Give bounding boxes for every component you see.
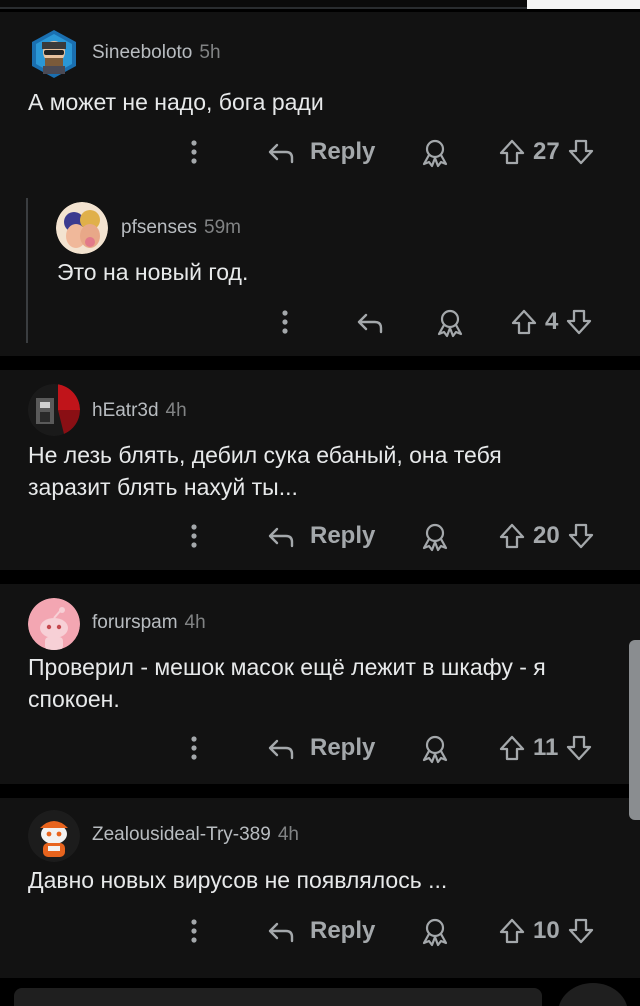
comment-author[interactable]: forurspam [92,612,178,634]
award-icon [422,918,448,947]
reply-arrow-icon [357,313,383,334]
comment-line: спокоен. [28,686,120,712]
award-icon [422,735,448,764]
vote-controls: 10 [497,916,596,946]
award-button[interactable] [419,521,451,553]
upvote-arrow-icon[interactable] [497,137,527,167]
comment-body: Проверил - мешок масок ещё лежит в шкафу… [28,651,546,715]
comment-thread-1: Sineeboloto 5h А может не надо, бога рад… [0,12,640,356]
reply-label: Reply [310,522,376,549]
award-icon [437,309,463,338]
more-options-button[interactable] [184,521,204,551]
avatar[interactable] [28,598,80,650]
scrollbar-thumb[interactable] [629,640,640,820]
comment-line: Не лезь блять, дебил сука ебаный, она те… [28,442,502,468]
top-thumbnail [527,0,640,9]
more-vertical-icon [282,310,288,334]
award-button[interactable] [419,733,451,765]
vote-controls: 4 [509,307,594,337]
comment-author[interactable]: Sineeboloto [92,42,192,64]
comment-line: заразит блять нахуй ты... [28,474,298,500]
bottom-action-button[interactable] [558,983,628,1006]
vote-score: 10 [533,917,560,944]
comment-body: Не лезь блять, дебил сука ебаный, она те… [28,439,502,503]
thread-line[interactable] [26,198,28,343]
award-icon [422,139,448,168]
more-vertical-icon [191,524,197,548]
comment-4: forurspam 4h Проверил - мешок масок ещё … [0,584,640,784]
avatar[interactable] [28,384,80,436]
progress-track [0,7,527,9]
vote-score: 11 [533,734,559,761]
more-options-button[interactable] [275,307,295,337]
more-options-button[interactable] [184,137,204,167]
reply-button[interactable]: Reply [266,733,375,763]
reply-label: Reply [310,138,376,165]
reply-button[interactable]: Reply [266,916,375,946]
vote-controls: 27 [497,137,596,167]
avatar[interactable] [56,202,108,254]
more-vertical-icon [191,736,197,760]
vote-score: 27 [533,138,560,165]
award-button[interactable] [434,307,466,339]
comment-time: 4h [184,612,206,633]
reply-label: Reply [310,917,376,944]
reply-label: Reply [310,734,376,761]
downvote-arrow-icon[interactable] [566,137,596,167]
reply-arrow-icon [268,143,294,164]
more-vertical-icon [191,140,197,164]
comment-author[interactable]: Zealousideal-Try-389 [92,824,271,846]
vote-controls: 20 [497,521,596,551]
reply-arrow-icon [268,739,294,760]
more-options-button[interactable] [184,733,204,763]
comment-time: 4h [165,400,187,421]
comment-body: Давно новых вирусов не появлялось ... [28,867,448,893]
comment-3: hEatr3d 4h Не лезь блять, дебил сука еба… [0,370,640,570]
vote-score: 20 [533,522,560,549]
avatar[interactable] [28,810,80,862]
more-vertical-icon [191,919,197,943]
comment-author[interactable]: hEatr3d [92,400,159,422]
upvote-arrow-icon[interactable] [497,733,527,763]
upvote-arrow-icon[interactable] [497,916,527,946]
more-options-button[interactable] [184,916,204,946]
comment-input-bar[interactable] [14,988,542,1006]
reply-arrow-icon [268,527,294,548]
reply-button[interactable]: Reply [266,137,375,167]
comment-body: Это на новый год. [57,259,249,285]
reply-button[interactable] [355,307,399,337]
downvote-arrow-icon[interactable] [564,307,594,337]
award-icon [422,523,448,552]
downvote-arrow-icon[interactable] [564,733,594,763]
comment-time: 59m [204,217,242,238]
upvote-arrow-icon[interactable] [509,307,539,337]
comment-time: 5h [199,42,221,63]
comment-time: 4h [277,824,299,845]
comment-5: Zealousideal-Try-389 4h Давно новых виру… [0,798,640,978]
downvote-arrow-icon[interactable] [566,916,596,946]
award-button[interactable] [419,916,451,948]
award-button[interactable] [419,137,451,169]
upvote-arrow-icon[interactable] [497,521,527,551]
reply-arrow-icon [268,922,294,943]
comment-line: Проверил - мешок масок ещё лежит в шкафу… [28,654,546,680]
reply-button[interactable]: Reply [266,521,375,551]
comment-body: А может не надо, бога ради [28,89,324,115]
vote-controls: 11 [497,733,594,763]
avatar[interactable] [28,28,80,80]
status-strip [0,0,640,9]
downvote-arrow-icon[interactable] [566,521,596,551]
comment-author[interactable]: pfsenses [121,217,197,239]
vote-score: 4 [545,308,559,335]
